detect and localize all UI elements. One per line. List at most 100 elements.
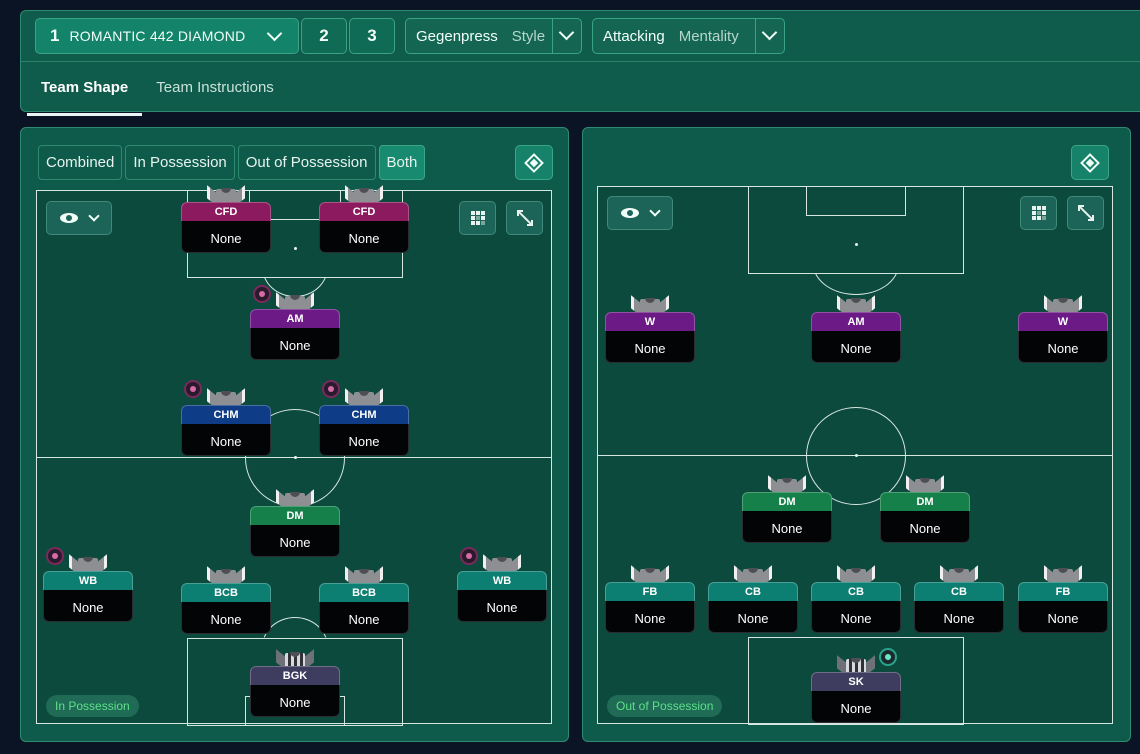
- chevron-down-icon: [761, 24, 778, 41]
- chevron-down-icon: [558, 24, 575, 41]
- style-value: Gegenpress: [416, 27, 498, 45]
- style-dropdown-toggle[interactable]: [552, 19, 581, 53]
- visibility-select[interactable]: [607, 196, 673, 230]
- phase-badge: Out of Possession: [607, 695, 723, 717]
- player-name: None: [708, 601, 798, 633]
- player-slot[interactable]: AM None: [250, 292, 340, 372]
- view-tab-both[interactable]: Both: [378, 145, 426, 180]
- mentality-dropdown-toggle[interactable]: [755, 19, 784, 53]
- player-name: None: [1018, 601, 1108, 633]
- player-slot[interactable]: SK None: [811, 655, 901, 735]
- player-slot[interactable]: FB None: [605, 565, 695, 645]
- player-instruction-icon[interactable]: [253, 285, 271, 303]
- role-label: CB: [811, 582, 901, 601]
- grid-overlay-button[interactable]: [459, 201, 496, 235]
- grid-overlay-button[interactable]: [1020, 196, 1057, 230]
- player-instruction-icon[interactable]: [46, 547, 64, 565]
- visibility-select[interactable]: [46, 201, 112, 235]
- role-label: W: [605, 312, 695, 331]
- tactic-name: ROMANTIC 442 DIAMOND: [69, 28, 246, 44]
- player-name: None: [742, 511, 832, 543]
- board-toggle-button[interactable]: [515, 145, 553, 180]
- board-toggle-button[interactable]: [1071, 145, 1109, 180]
- player-name: None: [43, 590, 133, 622]
- player-instruction-icon[interactable]: [879, 648, 897, 666]
- role-label: CFD: [181, 202, 271, 221]
- player-instruction-icon[interactable]: [322, 380, 340, 398]
- view-mode-tabs: Combined In Possession Out of Possession…: [38, 145, 426, 180]
- role-label: FB: [605, 582, 695, 601]
- in-possession-pitch: In Possession: [36, 190, 552, 726]
- player-slot[interactable]: W None: [605, 295, 695, 375]
- player-name: None: [811, 331, 901, 363]
- player-name: None: [250, 685, 340, 717]
- player-slot[interactable]: AM None: [811, 295, 901, 375]
- player-name: None: [1018, 331, 1108, 363]
- player-slot[interactable]: W None: [1018, 295, 1108, 375]
- role-label: WB: [457, 571, 547, 590]
- player-name: None: [250, 525, 340, 557]
- eye-icon: [60, 213, 78, 223]
- role-label: CB: [914, 582, 1004, 601]
- grid-overlay-icon: [470, 211, 485, 225]
- view-tab-combined[interactable]: Combined: [38, 145, 123, 180]
- player-slot[interactable]: FB None: [1018, 565, 1108, 645]
- view-tab-out-of-possession[interactable]: Out of Possession: [237, 145, 376, 180]
- role-label: CHM: [181, 405, 271, 424]
- player-slot[interactable]: DM None: [742, 475, 832, 555]
- centre-spot: [294, 456, 297, 459]
- player-slot[interactable]: CFD None: [319, 185, 409, 265]
- player-name: None: [319, 424, 409, 456]
- role-label: BCB: [181, 583, 271, 602]
- role-label: CB: [708, 582, 798, 601]
- player-slot[interactable]: CB None: [708, 565, 798, 645]
- tab-team-shape[interactable]: Team Shape: [27, 62, 143, 116]
- role-label: DM: [742, 492, 832, 511]
- player-slot[interactable]: CHM None: [181, 388, 271, 468]
- player-slot[interactable]: CHM None: [319, 388, 409, 468]
- tactic-controls-row: 1 ROMANTIC 442 DIAMOND 2 3 Gegenpress St…: [21, 11, 1140, 62]
- player-slot[interactable]: DM None: [250, 489, 340, 569]
- player-name: None: [181, 602, 271, 634]
- player-slot[interactable]: CFD None: [181, 185, 271, 265]
- style-select[interactable]: Gegenpress Style: [405, 18, 582, 54]
- mentality-label: Mentality: [678, 27, 739, 45]
- player-instruction-icon[interactable]: [460, 547, 478, 565]
- player-name: None: [457, 590, 547, 622]
- player-instruction-icon[interactable]: [184, 380, 202, 398]
- view-tab-in-possession[interactable]: In Possession: [125, 145, 235, 180]
- role-label: FB: [1018, 582, 1108, 601]
- tab-team-instructions[interactable]: Team Instructions: [142, 62, 288, 112]
- expand-pitch-button[interactable]: [506, 201, 543, 235]
- player-slot[interactable]: WB None: [457, 554, 547, 634]
- player-name: None: [181, 424, 271, 456]
- tactic-slot-3-button[interactable]: 3: [349, 18, 395, 54]
- six-yard-box-top: [806, 186, 906, 216]
- player-name: None: [250, 328, 340, 360]
- player-slot[interactable]: BCB None: [181, 566, 271, 646]
- player-slot[interactable]: CB None: [811, 565, 901, 645]
- tactic-header: 1 ROMANTIC 442 DIAMOND 2 3 Gegenpress St…: [20, 10, 1140, 116]
- chevron-down-icon: [88, 210, 100, 222]
- player-name: None: [880, 511, 970, 543]
- tactic-slot-2-button[interactable]: 2: [301, 18, 347, 54]
- player-name: None: [319, 221, 409, 253]
- role-label: AM: [250, 309, 340, 328]
- chevron-down-icon: [649, 205, 661, 217]
- player-slot[interactable]: CB None: [914, 565, 1004, 645]
- player-slot[interactable]: BCB None: [319, 566, 409, 646]
- player-slot[interactable]: DM None: [880, 475, 970, 555]
- role-label: WB: [43, 571, 133, 590]
- tactic-select[interactable]: 1 ROMANTIC 442 DIAMOND: [35, 18, 299, 54]
- player-slot[interactable]: WB None: [43, 554, 133, 634]
- tactic-slot-number: 1: [50, 26, 60, 45]
- penalty-spot: [294, 247, 297, 250]
- role-label: DM: [250, 506, 340, 525]
- expand-pitch-button[interactable]: [1067, 196, 1104, 230]
- mentality-select[interactable]: Attacking Mentality: [592, 18, 785, 54]
- role-label: SK: [811, 672, 901, 691]
- chevron-down-icon: [266, 25, 283, 42]
- mentality-value: Attacking: [603, 27, 665, 45]
- player-slot[interactable]: BGK None: [250, 649, 340, 729]
- player-name: None: [181, 221, 271, 253]
